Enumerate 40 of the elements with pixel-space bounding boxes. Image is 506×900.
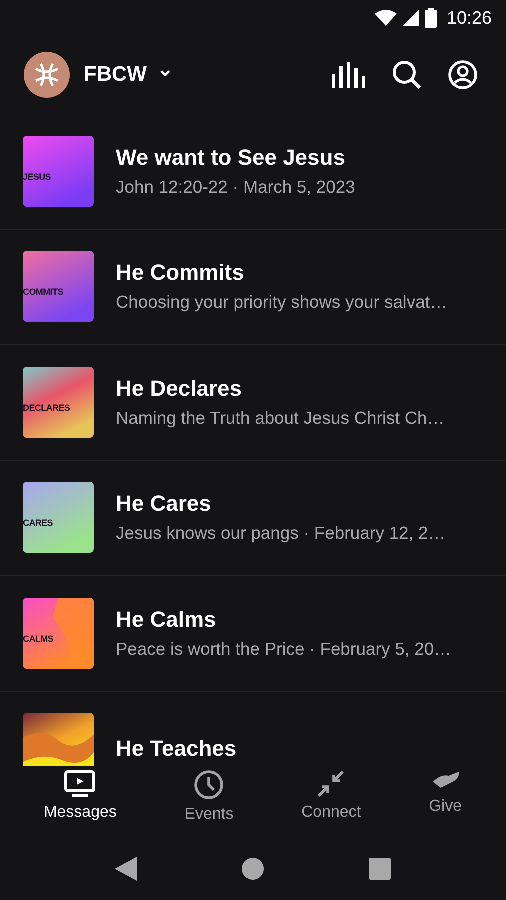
message-title: He Teaches xyxy=(116,736,237,762)
message-title: He Cares xyxy=(116,491,212,518)
message-title: He Commits xyxy=(116,260,246,286)
message-item[interactable]: COMMITS He Commits Choosing your priority shows your salvat… xyxy=(0,230,506,345)
profile-icon[interactable] xyxy=(448,60,478,90)
nav-tab[interactable]: Give xyxy=(423,766,468,820)
message-subtitle: Choosing your priority shows your salvat… xyxy=(116,292,448,314)
back-icon[interactable] xyxy=(115,857,137,881)
thumbnail-label: COMMITS xyxy=(23,287,64,298)
battery-icon xyxy=(424,8,437,28)
thumbnail-label: JESUS xyxy=(23,172,52,182)
tv-play-icon xyxy=(64,770,96,798)
wifi-icon xyxy=(374,10,397,26)
thumbnail-label: DECLARES xyxy=(23,402,70,413)
church-selector[interactable]: FBCW ⌄ xyxy=(80,63,178,87)
message-title: We want to See Jesus xyxy=(116,144,346,171)
message-item[interactable]: He Teaches xyxy=(0,692,506,766)
message-subtitle: Peace is worth the Price · February 5, 20… xyxy=(116,638,452,660)
clock-icon xyxy=(194,770,224,800)
message-item[interactable]: CALMS He Calms Peace is worth the Price · February 5, 20… xyxy=(0,576,506,692)
church-logo-icon xyxy=(24,52,70,98)
message-item[interactable]: CARES He Cares Jesus knows our pangs · February 12, 2… xyxy=(0,460,506,576)
message-title: He Declares xyxy=(116,376,243,402)
thumbnail-label: CALMS xyxy=(23,634,54,644)
thumbnail-label: CARES xyxy=(23,518,54,528)
home-icon[interactable] xyxy=(242,858,264,880)
nav-tab[interactable]: Messages xyxy=(38,766,123,826)
nav-tab[interactable]: Events xyxy=(178,766,240,828)
message-subtitle: Jesus knows our pangs · February 12, 2… xyxy=(116,523,446,544)
message-item[interactable]: JESUS We want to See Jesus John 12:20-22 · March 5, 2023 xyxy=(0,114,506,230)
message-subtitle: John 12:20-22 · March 5, 2023 xyxy=(116,176,356,198)
signal-icon xyxy=(402,10,419,26)
message-item[interactable]: DECLARES He Declares Naming the Truth about Jesus Christ Ch… xyxy=(0,345,506,460)
nav-tab[interactable]: Connect xyxy=(296,766,368,826)
message-subtitle: Naming the Truth about Jesus Christ Ch… xyxy=(116,408,445,429)
audio-bars-icon[interactable] xyxy=(332,62,366,88)
status-time: 10:26 xyxy=(446,8,492,28)
search-icon[interactable] xyxy=(392,60,422,90)
inward-arrows-icon xyxy=(317,770,346,798)
message-title: He Calms xyxy=(116,606,218,633)
